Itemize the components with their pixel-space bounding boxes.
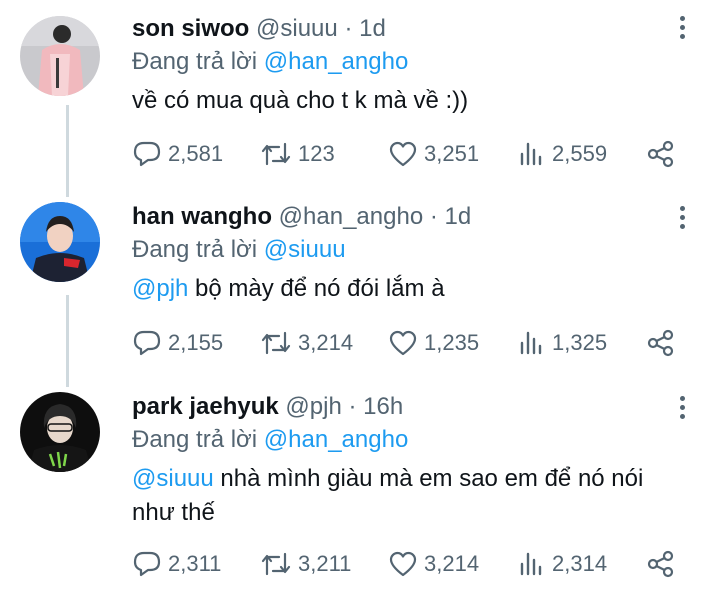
- views-chart-icon: [520, 331, 542, 355]
- view-count: 2,314: [552, 551, 608, 576]
- retweet-count: 3,214: [298, 330, 354, 355]
- reply-count: 2,311: [168, 551, 222, 576]
- more-options-button[interactable]: [678, 396, 686, 423]
- reply-icon: [133, 330, 161, 356]
- separator-dot: ·: [348, 393, 357, 420]
- replying-to-mention[interactable]: @han_angho: [264, 426, 409, 453]
- separator-dot: ·: [429, 203, 438, 230]
- replying-to-label: Đang trả lời: [132, 426, 258, 453]
- views-button[interactable]: 2,314: [518, 547, 607, 581]
- like-button[interactable]: 1,235: [388, 326, 479, 360]
- heart-icon: [389, 330, 417, 356]
- views-button[interactable]: 1,325: [518, 326, 607, 360]
- retweet-button[interactable]: 3,211: [260, 547, 351, 581]
- replying-to: Đang trả lời @siuuu: [132, 235, 680, 265]
- like-count: 3,214: [424, 551, 480, 576]
- tweet-2[interactable]: han wangho @han_angho · 1d Đang trả lời …: [0, 190, 720, 380]
- views-chart-icon: [520, 552, 542, 576]
- more-vertical-icon: [679, 396, 685, 401]
- reply-icon: [133, 141, 161, 167]
- retweet-icon: [261, 552, 291, 576]
- more-vertical-icon: [679, 16, 685, 21]
- heart-icon: [389, 141, 417, 167]
- user-handle[interactable]: @siuuu: [256, 15, 338, 42]
- replying-to-label: Đang trả lời: [132, 236, 258, 263]
- user-handle[interactable]: @han_angho: [279, 203, 424, 230]
- reply-count: 2,581: [168, 141, 224, 166]
- retweet-count: 3,211: [298, 551, 352, 576]
- tweet-text: @pjh bộ mày để nó đói lắm à: [132, 272, 680, 306]
- avatar[interactable]: [20, 392, 100, 472]
- timestamp[interactable]: 1d: [445, 203, 472, 230]
- timestamp[interactable]: 1d: [359, 15, 386, 42]
- tweet-header: han wangho @han_angho · 1d: [132, 202, 680, 232]
- retweet-count: 123: [298, 141, 335, 166]
- retweet-icon: [261, 142, 291, 166]
- separator-dot: ·: [344, 15, 353, 42]
- tweet-1[interactable]: son siwoo @siuuu · 1d Đang trả lời @han_…: [0, 0, 720, 190]
- replying-to: Đang trả lời @han_angho: [132, 425, 680, 455]
- retweet-icon: [261, 331, 291, 355]
- heart-icon: [389, 551, 417, 577]
- retweet-button[interactable]: 123: [260, 137, 335, 171]
- retweet-button[interactable]: 3,214: [260, 326, 353, 360]
- view-count: 1,325: [552, 330, 608, 355]
- tweet-header: son siwoo @siuuu · 1d: [132, 14, 680, 44]
- more-options-button[interactable]: [678, 16, 686, 43]
- like-button[interactable]: 3,214: [388, 547, 479, 581]
- reply-count: 2,155: [168, 330, 224, 355]
- tweet-text: @siuuu nhà mình giàu mà em sao em để nó …: [132, 462, 680, 530]
- display-name[interactable]: son siwoo: [132, 15, 249, 42]
- replying-to-mention[interactable]: @siuuu: [264, 236, 346, 263]
- display-name[interactable]: han wangho: [132, 203, 272, 230]
- views-chart-icon: [520, 142, 542, 166]
- action-bar: 2,155 3,214 1,235 1,325: [132, 326, 692, 360]
- mention-link[interactable]: @siuuu: [132, 465, 214, 492]
- reply-icon: [133, 551, 161, 577]
- more-vertical-icon: [679, 206, 685, 211]
- user-handle[interactable]: @pjh: [285, 393, 341, 420]
- display-name[interactable]: park jaehyuk: [132, 393, 279, 420]
- mention-link[interactable]: @pjh: [132, 275, 188, 302]
- more-options-button[interactable]: [678, 206, 686, 233]
- share-button[interactable]: [646, 547, 682, 581]
- share-icon: [647, 140, 674, 168]
- share-button[interactable]: [646, 137, 682, 171]
- share-icon: [647, 550, 674, 578]
- like-count: 1,235: [424, 330, 480, 355]
- avatar[interactable]: [20, 16, 100, 96]
- tweet-text: về có mua quà cho t k mà về :)): [132, 84, 680, 118]
- replying-to: Đang trả lời @han_angho: [132, 47, 680, 77]
- timestamp[interactable]: 16h: [363, 393, 403, 420]
- share-icon: [647, 329, 674, 357]
- tweet-body: bộ mày để nó đói lắm à: [188, 275, 445, 302]
- reply-button[interactable]: 2,581: [132, 137, 223, 171]
- like-count: 3,251: [424, 141, 480, 166]
- views-button[interactable]: 2,559: [518, 137, 607, 171]
- reply-button[interactable]: 2,155: [132, 326, 223, 360]
- like-button[interactable]: 3,251: [388, 137, 479, 171]
- replying-to-label: Đang trả lời: [132, 48, 258, 75]
- view-count: 2,559: [552, 141, 608, 166]
- action-bar: 2,311 3,211 3,214 2,314: [132, 547, 692, 581]
- tweet-header: park jaehyuk @pjh · 16h: [132, 392, 680, 422]
- replying-to-mention[interactable]: @han_angho: [264, 48, 409, 75]
- action-bar: 2,581 123 3,251 2,559: [132, 137, 692, 171]
- tweet-body: về có mua quà cho t k mà về :)): [132, 87, 469, 114]
- reply-button[interactable]: 2,311: [132, 547, 221, 581]
- avatar[interactable]: [20, 202, 100, 282]
- tweet-3[interactable]: park jaehyuk @pjh · 16h Đang trả lời @ha…: [0, 380, 720, 592]
- share-button[interactable]: [646, 326, 682, 360]
